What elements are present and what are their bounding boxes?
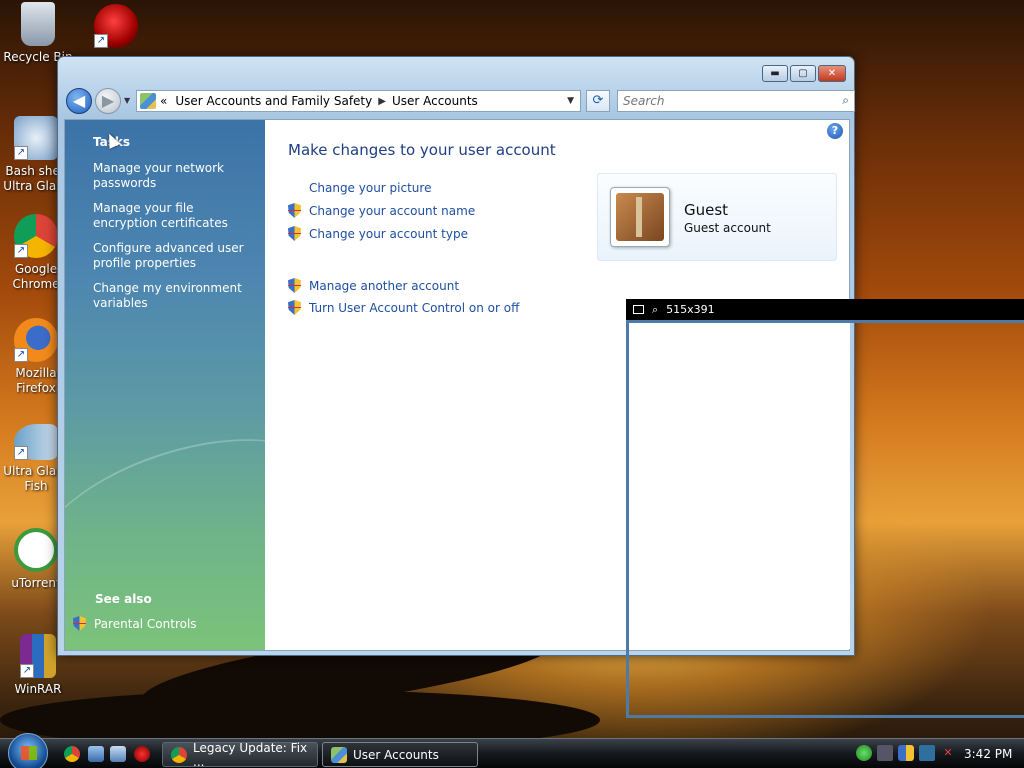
breadcrumb-separator-icon[interactable]: ▶ bbox=[378, 96, 386, 107]
task-manage-network-passwords[interactable]: Manage your network passwords bbox=[93, 161, 253, 191]
parental-controls-icon bbox=[73, 616, 86, 631]
task-manage-file-encryption[interactable]: Manage your file encryption certificates bbox=[93, 201, 253, 231]
parental-controls-link[interactable]: Parental Controls bbox=[73, 616, 197, 631]
firefox-icon: ↗ bbox=[14, 318, 58, 362]
change-picture-link[interactable]: Change your picture bbox=[288, 181, 431, 195]
account-picture[interactable] bbox=[610, 187, 670, 247]
forward-button[interactable]: ▶ bbox=[95, 88, 121, 114]
shortcut-arrow-icon: ↗ bbox=[14, 348, 28, 362]
uac-shield-icon bbox=[288, 300, 301, 315]
shortcut-arrow-icon: ↗ bbox=[14, 244, 28, 258]
manage-another-account-link[interactable]: Manage another account bbox=[288, 278, 459, 293]
task-change-environment-variables[interactable]: Change my environment variables bbox=[93, 281, 253, 311]
shortcut-arrow-icon: ↗ bbox=[20, 664, 34, 678]
utorrent-icon bbox=[14, 528, 58, 572]
user-accounts-icon bbox=[331, 746, 347, 763]
uac-shield-icon bbox=[288, 203, 301, 218]
magnifier-size-label: 515x391 bbox=[666, 303, 715, 316]
shortcut-arrow-icon: ↗ bbox=[14, 146, 28, 160]
desktop-icon-label: WinRAR bbox=[14, 682, 62, 696]
taskbar-button-label: Legacy Update: Fix ... bbox=[193, 740, 308, 768]
taskbar-clock[interactable]: 3:42 PM bbox=[964, 747, 1012, 761]
page-title: Make changes to your user account bbox=[288, 141, 556, 159]
change-account-type-label: Change your account type bbox=[309, 226, 468, 241]
change-account-name-link[interactable]: Change your account name bbox=[288, 203, 475, 218]
navigation-bar: ◀ ▶ ▼ « User Accounts and Family Safety … bbox=[66, 87, 855, 115]
change-account-name-label: Change your account name bbox=[309, 203, 476, 218]
task-configure-profile-properties[interactable]: Configure advanced user profile properti… bbox=[93, 241, 253, 271]
address-bar[interactable]: « User Accounts and Family Safety ▶ User… bbox=[136, 90, 581, 112]
address-chevron[interactable]: « bbox=[160, 94, 167, 108]
taskbar: Legacy Update: Fix ... User Accounts ✕ 3… bbox=[0, 733, 1024, 768]
magnifier-frame[interactable] bbox=[626, 320, 1024, 718]
chrome-icon: ↗ bbox=[14, 214, 58, 258]
decorative-swirl bbox=[65, 404, 362, 650]
refresh-button[interactable]: ⟳ bbox=[586, 90, 610, 112]
quicklaunch-show-desktop-icon[interactable] bbox=[88, 746, 104, 762]
see-also-heading: See also bbox=[95, 592, 152, 606]
search-input[interactable] bbox=[618, 91, 818, 111]
help-icon[interactable]: ? bbox=[827, 123, 843, 139]
tray-network-icon[interactable] bbox=[919, 745, 935, 761]
parental-controls-label: Parental Controls bbox=[94, 616, 197, 631]
breadcrumb-user-accounts-family-safety[interactable]: User Accounts and Family Safety bbox=[175, 94, 372, 108]
tray-connection-icon[interactable] bbox=[877, 745, 893, 761]
close-button[interactable]: ✕ bbox=[818, 65, 846, 82]
maximize-button[interactable]: ▢ bbox=[790, 65, 816, 82]
title-buttons: ▬ ▢ ✕ bbox=[762, 65, 846, 82]
desktop-icon-red-orb[interactable]: ↗ bbox=[80, 4, 152, 52]
window-icon[interactable] bbox=[633, 305, 644, 314]
recycle-bin-icon bbox=[21, 2, 55, 46]
quicklaunch-switch-windows-icon[interactable] bbox=[110, 746, 126, 762]
manage-another-account-label: Manage another account bbox=[309, 278, 460, 293]
taskbar-button-label: User Accounts bbox=[353, 747, 439, 762]
address-dropdown-icon[interactable]: ▼ bbox=[567, 96, 574, 106]
taskbar-button-user-accounts[interactable]: User Accounts bbox=[322, 742, 478, 767]
chrome-icon bbox=[171, 746, 187, 763]
control-panel-icon bbox=[140, 93, 156, 109]
account-card: Guest Guest account bbox=[597, 173, 837, 261]
shortcut-arrow-icon: ↗ bbox=[94, 34, 108, 48]
search-box[interactable]: ⌕ bbox=[617, 90, 855, 112]
gear-app-icon: ↗ bbox=[14, 116, 58, 160]
recent-pages-dropdown[interactable]: ▼ bbox=[124, 96, 130, 105]
winrar-icon: ↗ bbox=[20, 634, 56, 678]
system-tray: ✕ bbox=[856, 745, 956, 761]
uac-shield-icon bbox=[288, 278, 301, 293]
quicklaunch-red-orb-icon[interactable] bbox=[134, 746, 150, 762]
search-icon[interactable]: ⌕ bbox=[842, 93, 849, 108]
task-pane: Tasks Manage your network passwords Mana… bbox=[65, 120, 362, 650]
minimize-button[interactable]: ▬ bbox=[762, 65, 788, 82]
start-button[interactable] bbox=[8, 733, 48, 768]
tray-volume-muted-icon[interactable]: ✕ bbox=[940, 745, 956, 761]
toggle-uac-link[interactable]: Turn User Account Control on or off bbox=[288, 300, 519, 315]
briefcase-icon bbox=[616, 193, 664, 241]
tray-network-status-icon[interactable] bbox=[856, 745, 872, 761]
tray-security-shield-icon[interactable] bbox=[898, 745, 914, 761]
red-orb-app-icon: ↗ bbox=[94, 4, 138, 48]
magnifier-zoom-icon[interactable]: ⌕ bbox=[652, 303, 658, 317]
fish-icon: ↗ bbox=[14, 424, 58, 460]
uac-shield-icon bbox=[288, 226, 301, 241]
account-type: Guest account bbox=[684, 221, 771, 235]
quicklaunch-chrome-icon[interactable] bbox=[64, 746, 80, 762]
toggle-uac-label: Turn User Account Control on or off bbox=[309, 300, 520, 315]
taskbar-button-legacy-update[interactable]: Legacy Update: Fix ... bbox=[162, 740, 318, 768]
account-name: Guest bbox=[684, 201, 729, 219]
change-account-type-link[interactable]: Change your account type bbox=[288, 226, 468, 241]
back-button[interactable]: ◀ bbox=[66, 88, 92, 114]
change-picture-label: Change your picture bbox=[309, 181, 432, 195]
shortcut-arrow-icon: ↗ bbox=[14, 446, 28, 460]
magnifier-toolbar[interactable]: ⌕ 515x391 bbox=[626, 299, 1024, 320]
breadcrumb-user-accounts[interactable]: User Accounts bbox=[392, 94, 478, 108]
